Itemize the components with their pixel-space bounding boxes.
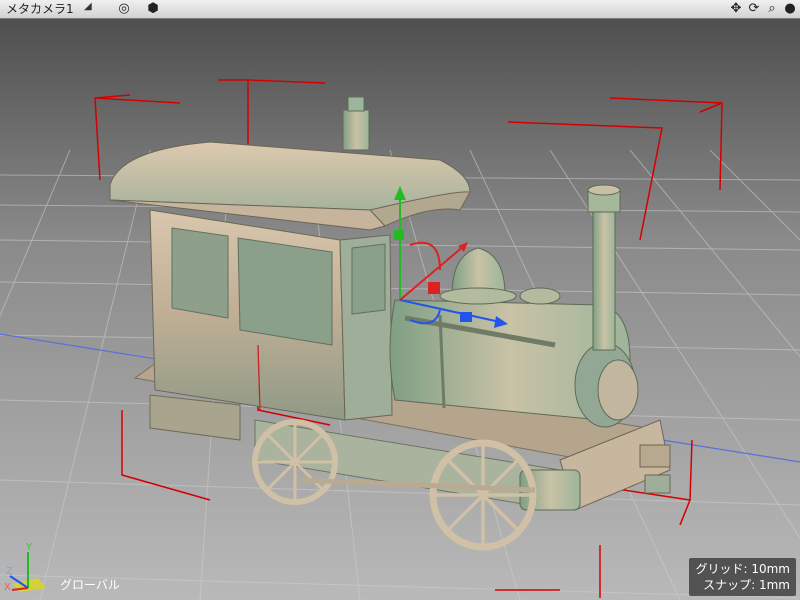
rotate-icon[interactable]: ⟳	[746, 1, 762, 17]
axis-x-label: X	[4, 582, 11, 593]
locomotive-model[interactable]	[109, 96, 671, 551]
coordinate-mode-label[interactable]: グローバル	[60, 578, 120, 592]
sphere-icon[interactable]: ●	[782, 1, 798, 17]
cube-icon[interactable]: ⬢	[145, 1, 161, 17]
move-icon[interactable]: ✥	[728, 1, 744, 17]
grid-size-label: グリッド: 10mm	[695, 562, 790, 576]
drive-wheel	[429, 439, 537, 551]
axis-orientation-gizmo: Y X Z	[4, 542, 60, 594]
target-icon[interactable]: ◎	[116, 1, 132, 17]
axis-z-label: Z	[6, 566, 13, 577]
3d-viewport[interactable]: メタカメラ1 ◢ ◎ ⬢ ✥ ⟳ ⌕ ● Y X Z グローバル グリッド: 1…	[0, 0, 800, 600]
snap-size-label: スナップ: 1mm	[703, 578, 790, 592]
axis-y-label: Y	[26, 542, 33, 553]
camera-menu-caret-icon[interactable]: ◢	[84, 1, 92, 12]
zoom-icon[interactable]: ⌕	[764, 1, 780, 17]
viewport-header: メタカメラ1 ◢ ◎ ⬢ ✥ ⟳ ⌕ ●	[0, 0, 800, 19]
rear-wheel	[252, 419, 338, 505]
scene-canvas[interactable]	[0, 18, 800, 600]
grid-snap-status: グリッド: 10mm スナップ: 1mm	[689, 558, 796, 596]
camera-name[interactable]: メタカメラ1	[6, 1, 74, 17]
